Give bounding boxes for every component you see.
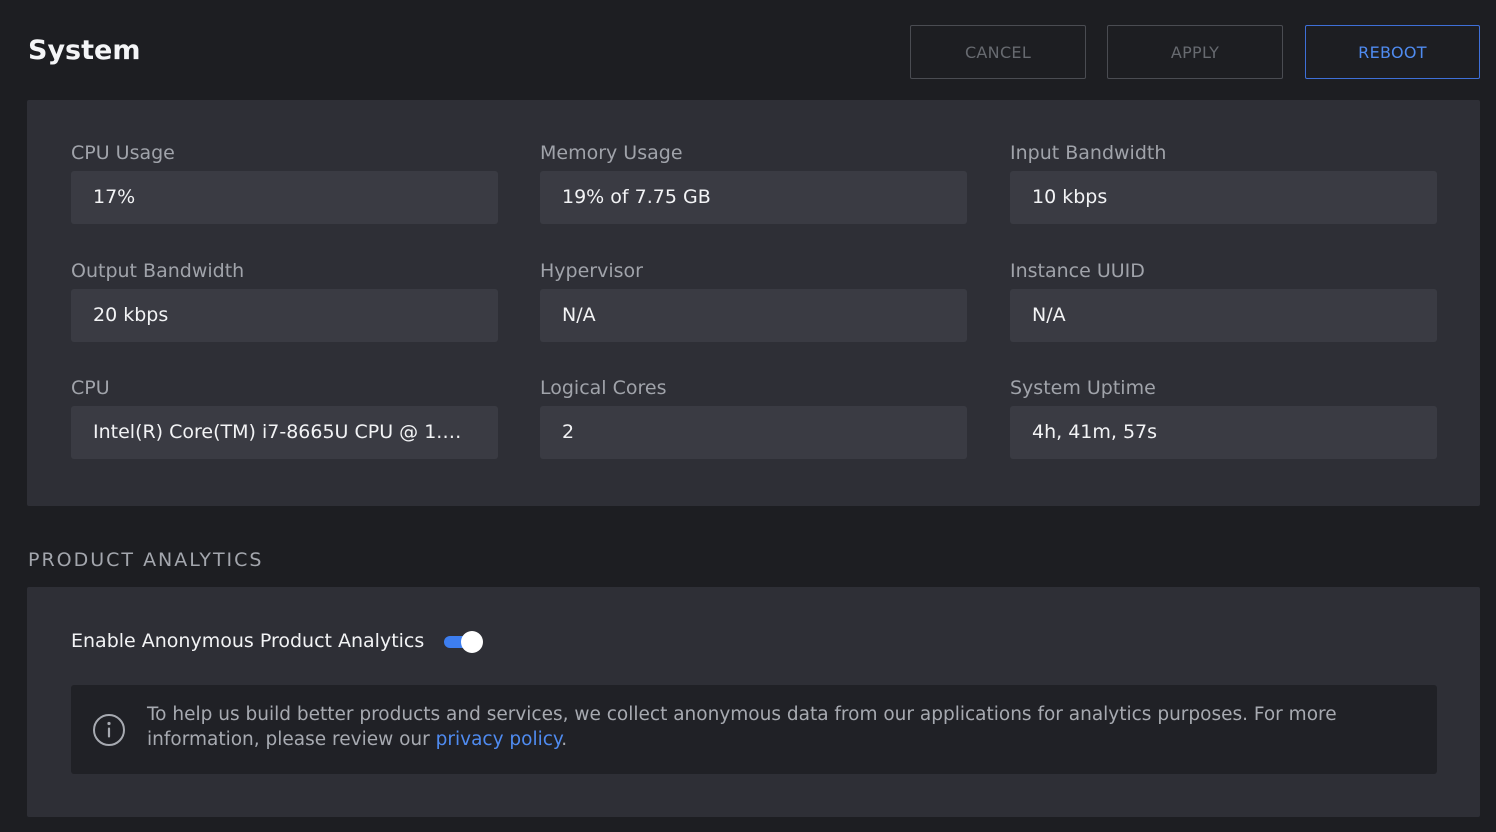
page-header: System CANCEL APPLY REBOOT — [0, 0, 1496, 100]
page-title: System — [28, 35, 141, 66]
memory-usage-value: 19% of 7.75 GB — [540, 171, 967, 224]
apply-button[interactable]: APPLY — [1107, 25, 1283, 79]
analytics-toggle-label: Enable Anonymous Product Analytics — [71, 630, 425, 652]
cpu-label: CPU — [71, 377, 110, 399]
notice-end: . — [561, 729, 568, 750]
toggle-thumb — [461, 631, 483, 653]
analytics-toggle[interactable] — [444, 631, 484, 653]
privacy-policy-link[interactable]: privacy policy — [436, 729, 562, 750]
input-bandwidth-value: 10 kbps — [1010, 171, 1437, 224]
product-analytics-panel: Enable Anonymous Product Analytics To he… — [27, 587, 1480, 817]
logical-cores-value: 2 — [540, 406, 967, 459]
instance-uuid-label: Instance UUID — [1010, 260, 1145, 282]
hypervisor-value: N/A — [540, 289, 967, 342]
output-bandwidth-value: 20 kbps — [71, 289, 498, 342]
input-bandwidth-label: Input Bandwidth — [1010, 142, 1167, 164]
notice-text: To help us build better products and ser… — [147, 702, 1417, 752]
notice-body: To help us build better products and ser… — [147, 704, 1337, 750]
hypervisor-label: Hypervisor — [540, 260, 643, 282]
reboot-button[interactable]: REBOOT — [1305, 25, 1480, 79]
system-uptime-label: System Uptime — [1010, 377, 1156, 399]
analytics-notice: To help us build better products and ser… — [71, 685, 1437, 774]
cancel-button[interactable]: CANCEL — [910, 25, 1086, 79]
logical-cores-label: Logical Cores — [540, 377, 667, 399]
output-bandwidth-label: Output Bandwidth — [71, 260, 245, 282]
system-info-panel: CPU Usage 17% Memory Usage 19% of 7.75 G… — [27, 100, 1480, 506]
memory-usage-label: Memory Usage — [540, 142, 683, 164]
cpu-usage-value: 17% — [71, 171, 498, 224]
system-uptime-value: 4h, 41m, 57s — [1010, 406, 1437, 459]
product-analytics-heading: PRODUCT ANALYTICS — [28, 549, 264, 571]
cpu-value: Intel(R) Core(TM) i7-8665U CPU @ 1.9... — [71, 406, 498, 459]
info-icon — [92, 713, 126, 747]
instance-uuid-value: N/A — [1010, 289, 1437, 342]
cpu-usage-label: CPU Usage — [71, 142, 175, 164]
